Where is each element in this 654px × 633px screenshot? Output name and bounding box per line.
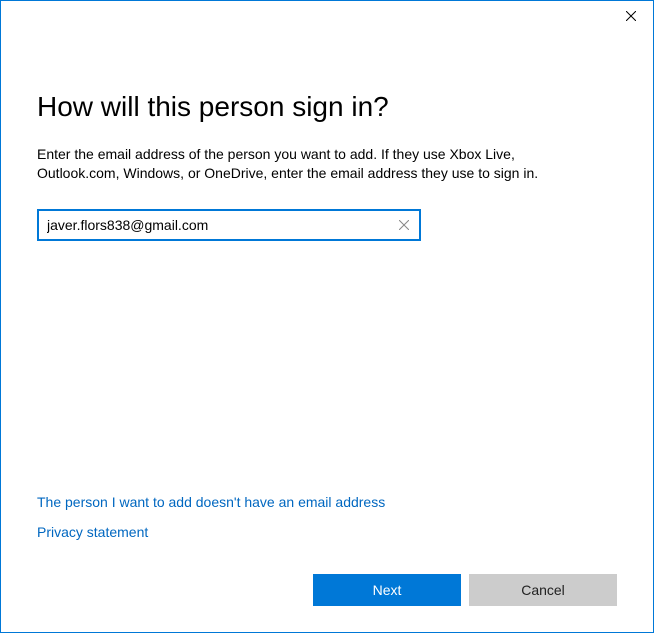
- clear-input-button[interactable]: [389, 211, 419, 239]
- email-input-wrap: [37, 209, 421, 241]
- email-input[interactable]: [39, 211, 389, 239]
- clear-icon: [399, 220, 409, 230]
- titlebar: [1, 1, 653, 33]
- close-icon: [626, 11, 636, 21]
- no-email-link[interactable]: The person I want to add doesn't have an…: [37, 494, 385, 510]
- page-description: Enter the email address of the person yo…: [37, 145, 597, 183]
- dialog-content: How will this person sign in? Enter the …: [1, 33, 653, 554]
- cancel-button[interactable]: Cancel: [469, 574, 617, 606]
- close-button[interactable]: [608, 1, 653, 31]
- privacy-link[interactable]: Privacy statement: [37, 524, 148, 540]
- next-button[interactable]: Next: [313, 574, 461, 606]
- dialog-footer: Next Cancel: [1, 554, 653, 632]
- spacer: [37, 241, 617, 494]
- page-heading: How will this person sign in?: [37, 91, 617, 123]
